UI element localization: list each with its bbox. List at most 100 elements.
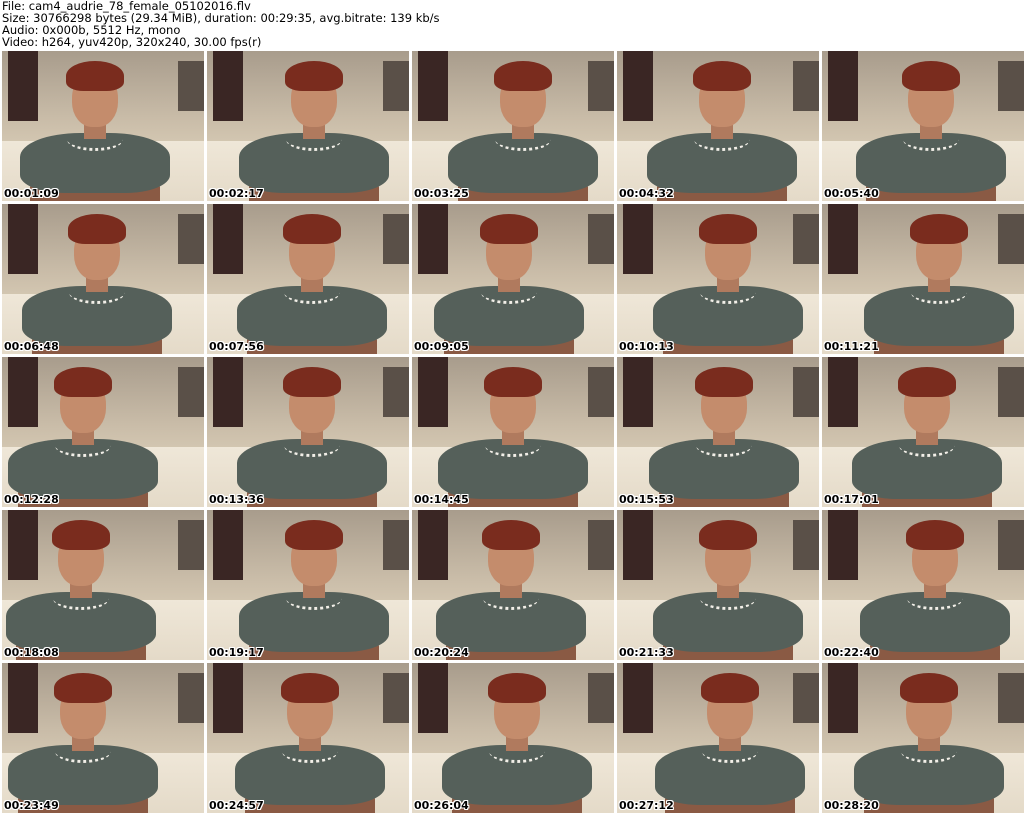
hair: [900, 673, 958, 703]
video-thumbnail: 00:22:40: [822, 510, 1024, 660]
video-thumbnail: 00:18:08: [2, 510, 204, 660]
person-figure: [653, 214, 803, 354]
background-shelf: [588, 367, 614, 417]
person-figure: [434, 214, 584, 354]
video-thumbnail: 00:12:28: [2, 357, 204, 507]
hair: [910, 214, 968, 244]
hair: [695, 367, 753, 397]
background-door: [828, 510, 858, 580]
video-thumbnail: 00:01:09: [2, 51, 204, 201]
thumbnail-timestamp: 00:26:04: [414, 799, 469, 812]
video-thumbnail: 00:09:05: [412, 204, 614, 354]
person-figure: [6, 520, 156, 660]
video-thumbnail: 00:13:36: [207, 357, 409, 507]
video-thumbnail: 00:03:25: [412, 51, 614, 201]
background-shelf: [588, 214, 614, 264]
person-figure: [649, 367, 799, 507]
video-info-line: Video: h264, yuv420p, 320x240, 30.00 fps…: [2, 35, 262, 49]
hair: [699, 520, 757, 550]
hair: [480, 214, 538, 244]
video-thumbnail: 00:26:04: [412, 663, 614, 813]
thumbnail-timestamp: 00:27:12: [619, 799, 674, 812]
thumbnail-timestamp: 00:19:17: [209, 646, 264, 659]
thumbnail-timestamp: 00:23:49: [4, 799, 59, 812]
person-figure: [235, 673, 385, 813]
person-figure: [438, 367, 588, 507]
background-shelf: [383, 673, 409, 723]
hair: [285, 520, 343, 550]
hair: [283, 367, 341, 397]
video-thumbnail: 00:04:32: [617, 51, 819, 201]
person-figure: [655, 673, 805, 813]
hair: [484, 367, 542, 397]
thumbnail-timestamp: 00:12:28: [4, 493, 59, 506]
video-thumbnail: 00:11:21: [822, 204, 1024, 354]
file-info-header: File: cam4_audrie_78_female_05102016.flv…: [2, 0, 440, 48]
thumbnail-timestamp: 00:07:56: [209, 340, 264, 353]
hair: [699, 214, 757, 244]
video-thumbnail: 00:17:01: [822, 357, 1024, 507]
thumbnail-timestamp: 00:22:40: [824, 646, 879, 659]
person-figure: [8, 367, 158, 507]
background-shelf: [178, 673, 204, 723]
background-shelf: [178, 367, 204, 417]
person-figure: [653, 520, 803, 660]
video-thumbnail: 00:27:12: [617, 663, 819, 813]
background-door: [623, 204, 653, 274]
hair: [281, 673, 339, 703]
thumbnail-timestamp: 00:14:45: [414, 493, 469, 506]
thumbnail-grid: 00:01:09 00:02:17 00:03:25 00:04:32 00:05:40…: [2, 51, 1024, 813]
thumbnail-timestamp: 00:20:24: [414, 646, 469, 659]
person-figure: [237, 367, 387, 507]
hair: [68, 214, 126, 244]
video-thumbnail: 00:07:56: [207, 204, 409, 354]
thumbnail-timestamp: 00:24:57: [209, 799, 264, 812]
person-figure: [436, 520, 586, 660]
video-thumbnail: 00:02:17: [207, 51, 409, 201]
background-shelf: [178, 520, 204, 570]
person-figure: [647, 61, 797, 201]
person-figure: [8, 673, 158, 813]
hair: [52, 520, 110, 550]
person-figure: [448, 61, 598, 201]
video-thumbnail: 00:10:13: [617, 204, 819, 354]
hair: [701, 673, 759, 703]
video-thumbnail: 00:28:20: [822, 663, 1024, 813]
hair: [482, 520, 540, 550]
video-thumbnail: 00:21:33: [617, 510, 819, 660]
person-figure: [239, 520, 389, 660]
video-thumbnail: 00:14:45: [412, 357, 614, 507]
video-thumbnail: 00:06:48: [2, 204, 204, 354]
hair: [54, 367, 112, 397]
thumbnail-timestamp: 00:10:13: [619, 340, 674, 353]
thumbnail-timestamp: 00:15:53: [619, 493, 674, 506]
hair: [906, 520, 964, 550]
person-figure: [20, 61, 170, 201]
thumbnail-timestamp: 00:04:32: [619, 187, 674, 200]
background-door: [828, 204, 858, 274]
person-figure: [854, 673, 1004, 813]
background-door: [828, 51, 858, 121]
video-thumbnail: 00:05:40: [822, 51, 1024, 201]
thumbnail-timestamp: 00:18:08: [4, 646, 59, 659]
background-door: [623, 510, 653, 580]
video-thumbnail: 00:23:49: [2, 663, 204, 813]
hair: [693, 61, 751, 91]
video-thumbnail: 00:19:17: [207, 510, 409, 660]
thumbnail-timestamp: 00:02:17: [209, 187, 264, 200]
background-door: [623, 663, 653, 733]
hair: [66, 61, 124, 91]
person-figure: [22, 214, 172, 354]
video-thumbnail: 00:15:53: [617, 357, 819, 507]
background-shelf: [178, 214, 204, 264]
thumbnail-timestamp: 00:06:48: [4, 340, 59, 353]
person-figure: [237, 214, 387, 354]
person-figure: [860, 520, 1010, 660]
video-thumbnail: 00:20:24: [412, 510, 614, 660]
hair: [902, 61, 960, 91]
thumbnail-timestamp: 00:28:20: [824, 799, 879, 812]
video-thumbnail: 00:24:57: [207, 663, 409, 813]
background-door: [418, 51, 448, 121]
person-figure: [442, 673, 592, 813]
thumbnail-timestamp: 00:03:25: [414, 187, 469, 200]
